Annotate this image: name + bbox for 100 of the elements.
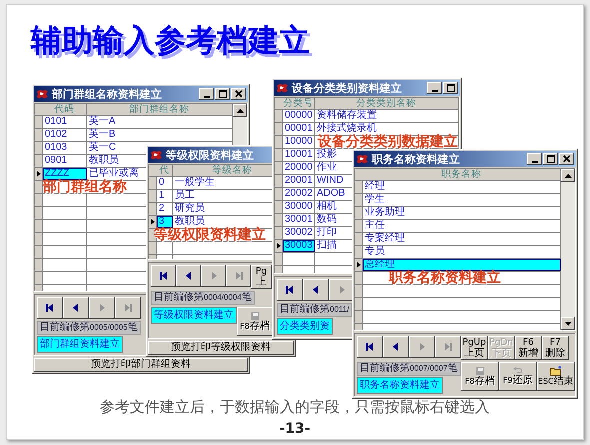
maximize-button[interactable] [543,153,558,165]
record-nav-button[interactable] [63,297,89,319]
app-icon [150,150,163,160]
skip-to-end-icon [443,342,453,352]
table-cell[interactable]: 业务助理 [365,207,405,219]
table-cell[interactable]: 专员 [365,246,385,258]
table-cell[interactable]: 10000 [285,136,313,148]
scroll-up-icon [236,108,244,112]
column-header: 代 [160,165,170,176]
table-cell[interactable]: 00001 [285,123,313,135]
close-button[interactable] [559,153,574,165]
function-key-button[interactable]: F6 新增 [515,336,542,360]
table-cell[interactable]: 2 [159,203,165,215]
table-cell[interactable]: 主任 [365,220,385,232]
table-cell[interactable]: 学生 [365,194,385,206]
table-cell[interactable]: 教职员 [89,155,119,167]
left-triangle-icon [311,285,321,295]
table-cell[interactable]: 英一B [89,129,116,141]
table-cell[interactable]: 英一A [89,116,116,128]
table-cell[interactable]: 资料储存装置 [317,110,377,122]
maximize-button[interactable] [215,88,230,100]
table-cell[interactable]: 研究员 [175,203,205,215]
table-cell[interactable]: 10001 [285,149,313,161]
table-cell[interactable]: 已毕业或离 [89,168,139,180]
minimize-button[interactable] [527,153,542,165]
record-nav-button[interactable] [37,297,63,319]
row-pointer-icon [151,219,155,225]
maximize-button[interactable] [443,82,458,94]
scroll-down-button[interactable] [561,317,575,330]
row-pointer-icon [357,262,361,268]
function-key-button[interactable]: F7 删除 [542,336,569,360]
table-cell[interactable]: 教职员 [175,216,205,228]
table-cell[interactable]: 30003 [283,240,315,252]
table-cell[interactable]: 打印 [317,227,337,239]
table-cell[interactable]: 投影 [317,149,337,161]
table-cell[interactable]: ADOB [317,188,346,200]
close-icon [562,155,572,163]
row-pointer-icon [277,243,281,249]
record-nav-button[interactable] [176,265,201,287]
right-triangle-icon [337,285,347,295]
table-cell[interactable]: 0102 [45,129,68,141]
left-triangle-icon [71,303,81,313]
table-cell[interactable]: 20000 [285,162,313,174]
close-button[interactable] [231,88,246,100]
table-cell[interactable]: 0 [159,177,165,189]
folder-icon [550,366,562,376]
record-nav-button[interactable] [383,336,409,358]
scroll-up-button[interactable] [233,104,247,117]
table-cell[interactable]: 员工 [175,190,195,202]
table-cell[interactable]: 0101 [45,116,68,128]
table-cell[interactable]: WIND [317,175,344,187]
skip-to-start-icon [158,271,168,281]
app-icon [356,154,369,164]
table-cell[interactable]: 20002 [285,188,313,200]
print-preview-button[interactable]: 预览打印等级权限资料 [148,341,294,355]
table-cell[interactable]: 30001 [285,214,313,226]
minimize-button[interactable] [427,82,442,94]
table-cell[interactable]: 作业 [317,162,337,174]
table-cell[interactable]: 数码 [317,214,337,226]
table-cell[interactable]: 20001 [285,175,313,187]
minimize-button[interactable] [199,88,214,100]
function-key-button[interactable]: Pg 上 [251,265,272,289]
undo-arrow-icon [513,367,523,375]
record-nav-button[interactable] [151,265,176,287]
table-cell[interactable]: 0901 [45,155,68,167]
print-preview-button[interactable]: 预览打印部门群组资料 [34,358,248,372]
right-triangle-icon [417,342,427,352]
table-cell[interactable]: 30000 [285,201,313,213]
record-nav-button[interactable] [277,279,303,301]
table-cell[interactable]: 一般学生 [175,177,215,189]
maximize-icon [218,90,228,98]
form-label: 职务名称资料建立 [357,377,443,394]
table-cell[interactable]: 相机 [317,201,337,213]
table-cell[interactable]: 3 [157,216,173,228]
table-cell[interactable]: 0103 [45,142,68,154]
table-cell[interactable]: 英一C [89,142,116,154]
action-button[interactable]: ESC结束 [537,362,575,391]
table-cell[interactable]: 1 [159,190,165,202]
skip-to-start-icon [365,342,375,352]
record-status: 目前编修第0011/ [277,303,352,317]
table-cell[interactable]: 00000 [285,110,313,122]
table-cell[interactable]: 外接式烧录机 [317,123,377,135]
table-cell[interactable]: 专案经理 [365,233,405,245]
column-header: 分类类别名称 [356,98,416,109]
slide-title: 辅助输入参考档建立 [31,22,310,61]
record-nav-button[interactable] [357,336,383,358]
scroll-up-button[interactable] [561,169,575,182]
table-cell[interactable]: 经理 [365,181,385,193]
form-label: 分类类别资 [277,318,333,335]
skip-to-end-icon [123,303,133,313]
table-cell[interactable]: 扫描 [317,240,337,252]
record-status: 目前编修第0004/0004笔 [151,291,255,305]
record-nav-button[interactable] [303,279,329,301]
right-triangle-icon [97,303,107,313]
close-icon [234,90,244,98]
table-cell[interactable]: 30002 [285,227,313,239]
skip-to-start-icon [285,285,295,295]
form-label: 部门群组资料建立 [37,336,123,353]
function-key-button[interactable]: PgUp 上页 [461,336,488,360]
table-cell[interactable]: ZZZZ [43,168,87,180]
